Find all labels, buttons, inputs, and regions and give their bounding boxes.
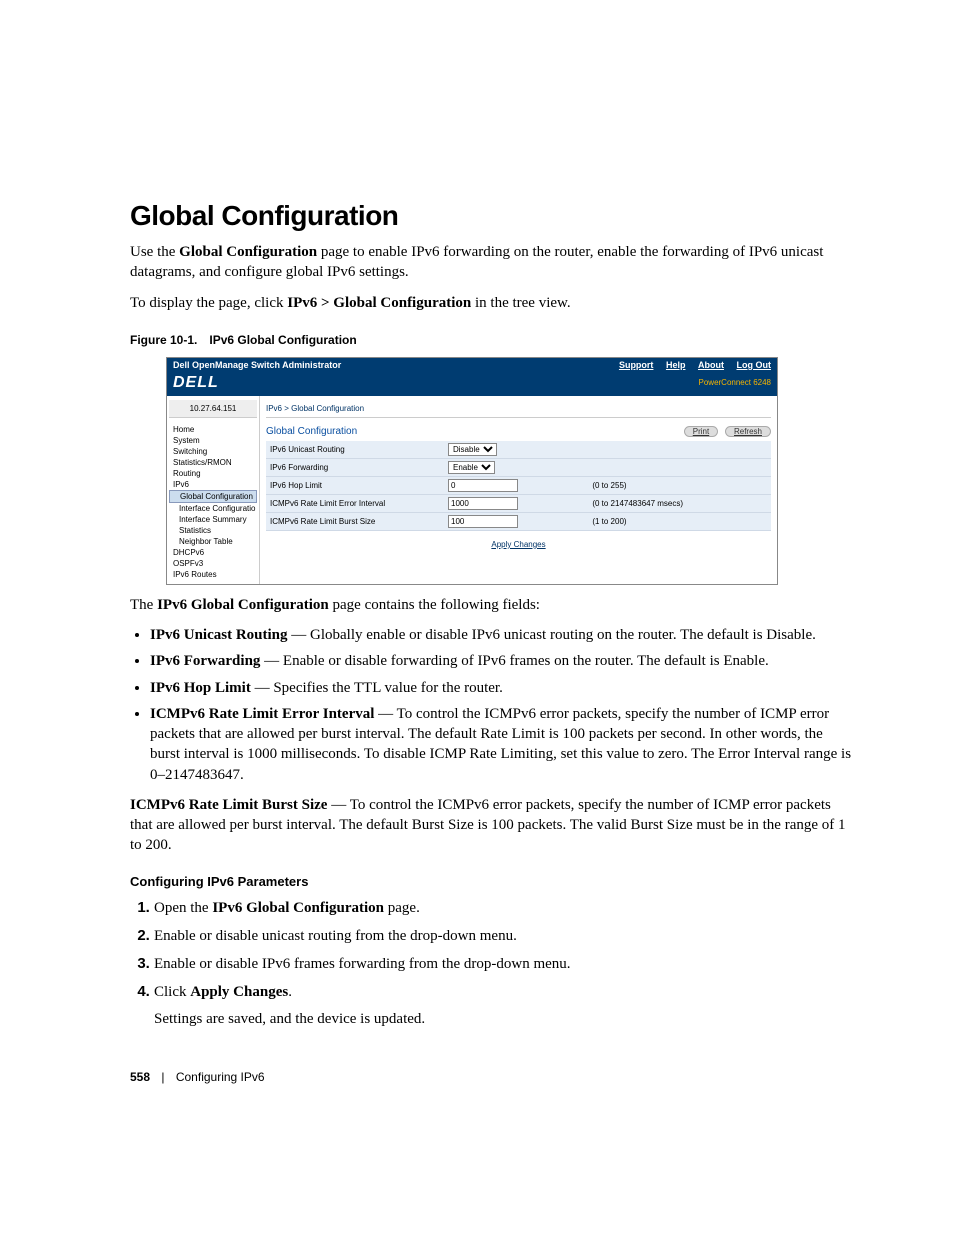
step-4: Click Apply Changes. Settings are saved,…	[154, 981, 854, 1030]
row-unicast-routing: IPv6 Unicast Routing Disable	[266, 441, 771, 459]
tree-home[interactable]: Home	[169, 424, 257, 435]
hop-limit-input[interactable]	[448, 479, 518, 492]
app-title: Dell OpenManage Switch Administrator	[173, 360, 341, 370]
label: IPv6 Unicast Routing	[266, 441, 444, 459]
tree-switching[interactable]: Switching	[169, 446, 257, 457]
term: IPv6 Global Configuration	[212, 900, 384, 916]
nav-tree: 10.27.64.151 Home System Switching Stati…	[167, 396, 260, 584]
hint: (0 to 255)	[588, 476, 771, 494]
tree-ospfv3[interactable]: OSPFv3	[169, 558, 257, 569]
print-button[interactable]: Print	[684, 426, 718, 437]
tree-interface-configuration[interactable]: Interface Configuratio	[169, 503, 257, 514]
nav-path: IPv6 > Global Configuration	[287, 295, 471, 311]
procedure-steps: Open the IPv6 Global Configuration page.…	[154, 897, 854, 1030]
device-model: PowerConnect 6248	[699, 378, 772, 387]
step-1: Open the IPv6 Global Configuration page.	[154, 897, 854, 919]
term: Global Configuration	[179, 244, 317, 260]
tree-interface-summary[interactable]: Interface Summary	[169, 514, 257, 525]
step-2: Enable or disable unicast routing from t…	[154, 925, 854, 947]
about-link[interactable]: About	[698, 360, 724, 370]
text: — Globally enable or disable IPv6 unicas…	[288, 627, 816, 643]
page-heading: Global Configuration	[130, 200, 854, 232]
list-item: IPv6 Unicast Routing — Globally enable o…	[150, 625, 854, 645]
logout-link[interactable]: Log Out	[737, 360, 772, 370]
rate-limit-interval-input[interactable]	[448, 497, 518, 510]
step-3: Enable or disable IPv6 frames forwarding…	[154, 953, 854, 975]
label: IPv6 Hop Limit	[266, 476, 444, 494]
page-footer: 558 | Configuring IPv6	[130, 1070, 854, 1084]
label: IPv6 Forwarding	[266, 458, 444, 476]
intro-paragraph-2: To display the page, click IPv6 > Global…	[130, 293, 854, 313]
row-hop-limit: IPv6 Hop Limit (0 to 255)	[266, 476, 771, 494]
tree-statistics[interactable]: Statistics	[169, 525, 257, 536]
page-number: 558	[130, 1070, 150, 1084]
label: ICMPv6 Rate Limit Burst Size	[266, 512, 444, 530]
support-link[interactable]: Support	[619, 360, 654, 370]
procedure-heading: Configuring IPv6 Parameters	[130, 874, 854, 889]
text: To display the page, click	[130, 295, 287, 311]
term: ICMPv6 Rate Limit Error Interval	[150, 706, 374, 722]
term: ICMPv6 Rate Limit Burst Size	[130, 797, 327, 813]
main-panel: IPv6 > Global Configuration Global Confi…	[260, 396, 777, 584]
label: ICMPv6 Rate Limit Error Interval	[266, 494, 444, 512]
help-link[interactable]: Help	[666, 360, 686, 370]
text: in the tree view.	[471, 295, 570, 311]
tree-dhcpv6[interactable]: DHCPv6	[169, 547, 257, 558]
burst-size-paragraph: ICMPv6 Rate Limit Burst Size — To contro…	[130, 795, 854, 856]
panel-title: Global Configuration	[266, 426, 357, 437]
text: page.	[384, 900, 420, 916]
row-forwarding: IPv6 Forwarding Enable	[266, 458, 771, 476]
fields-intro: The IPv6 Global Configuration page conta…	[130, 595, 854, 615]
row-rate-limit-burst: ICMPv6 Rate Limit Burst Size (1 to 200)	[266, 512, 771, 530]
text: — Specifies the TTL value for the router…	[251, 680, 503, 696]
dell-logo: DELL	[173, 374, 219, 392]
device-ip: 10.27.64.151	[169, 400, 257, 418]
list-item: IPv6 Forwarding — Enable or disable forw…	[150, 651, 854, 671]
term: Apply Changes	[190, 984, 288, 1000]
text: Click	[154, 984, 190, 1000]
rate-limit-burst-input[interactable]	[448, 515, 518, 528]
tree-ipv6-routes[interactable]: IPv6 Routes	[169, 569, 257, 580]
apply-changes-link[interactable]: Apply Changes	[491, 540, 545, 549]
tree-neighbor-table[interactable]: Neighbor Table	[169, 536, 257, 547]
text: — Enable or disable forwarding of IPv6 f…	[260, 653, 768, 669]
field-list: IPv6 Unicast Routing — Globally enable o…	[150, 625, 854, 785]
refresh-button[interactable]: Refresh	[725, 426, 771, 437]
intro-paragraph-1: Use the Global Configuration page to ena…	[130, 242, 854, 283]
figure-caption: Figure 10-1. IPv6 Global Configuration	[130, 333, 854, 347]
app-titlebar: Dell OpenManage Switch Administrator Sup…	[167, 358, 777, 372]
text: Open the	[154, 900, 212, 916]
row-rate-limit-interval: ICMPv6 Rate Limit Error Interval (0 to 2…	[266, 494, 771, 512]
forwarding-select[interactable]: Enable	[448, 461, 495, 474]
separator: |	[161, 1070, 164, 1084]
term: IPv6 Global Configuration	[157, 597, 329, 613]
term: IPv6 Hop Limit	[150, 680, 251, 696]
term: IPv6 Forwarding	[150, 653, 260, 669]
text: Use the	[130, 244, 179, 260]
list-item: IPv6 Hop Limit — Specifies the TTL value…	[150, 678, 854, 698]
text: The	[130, 597, 157, 613]
chapter-title: Configuring IPv6	[176, 1070, 265, 1084]
term: IPv6 Unicast Routing	[150, 627, 288, 643]
hint: (1 to 200)	[588, 512, 771, 530]
hint: (0 to 2147483647 msecs)	[588, 494, 771, 512]
tree-ipv6[interactable]: IPv6	[169, 479, 257, 490]
tree-system[interactable]: System	[169, 435, 257, 446]
step-result: Settings are saved, and the device is up…	[154, 1009, 854, 1030]
text: .	[288, 984, 292, 1000]
header-links: Support Help About Log Out	[609, 360, 771, 370]
screenshot-figure: Dell OpenManage Switch Administrator Sup…	[166, 357, 778, 585]
config-table: IPv6 Unicast Routing Disable IPv6 Forwar…	[266, 441, 771, 531]
tree-routing[interactable]: Routing	[169, 468, 257, 479]
breadcrumb: IPv6 > Global Configuration	[266, 400, 771, 418]
tree-global-configuration[interactable]: Global Configuration	[169, 490, 257, 503]
tree-statistics-rmon[interactable]: Statistics/RMON	[169, 457, 257, 468]
list-item: ICMPv6 Rate Limit Error Interval — To co…	[150, 704, 854, 785]
unicast-routing-select[interactable]: Disable	[448, 443, 497, 456]
brand-row: DELL PowerConnect 6248	[167, 372, 777, 396]
text: page contains the following fields:	[329, 597, 540, 613]
